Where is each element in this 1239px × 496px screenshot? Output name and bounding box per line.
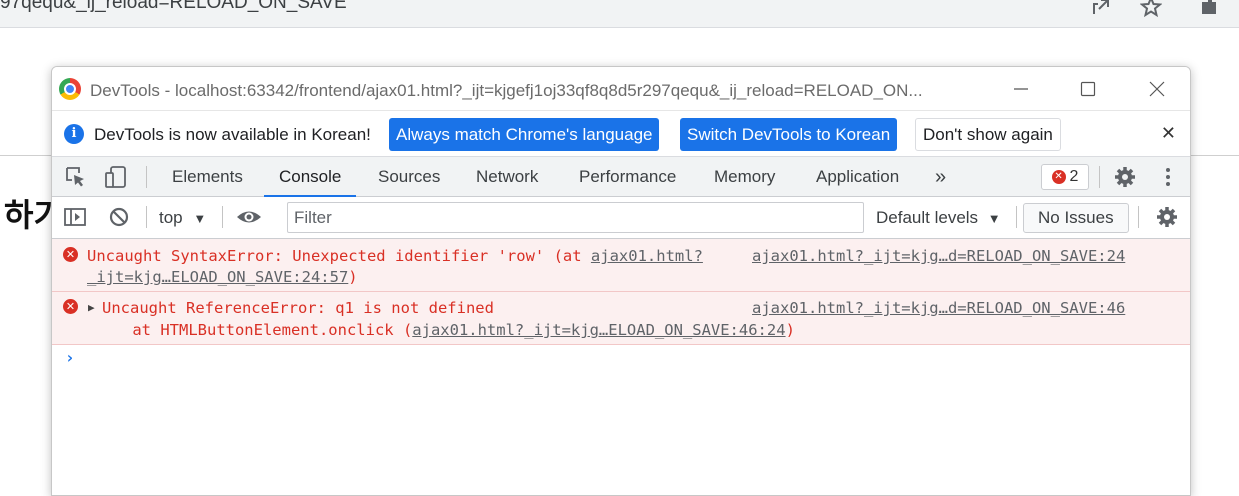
bookmark-star-icon[interactable]: [1139, 0, 1163, 18]
device-toolbar-icon[interactable]: [104, 165, 128, 189]
error-source-link[interactable]: ajax01.html?_ijt=kjg…d=RELOAD_ON_SAVE:46: [752, 299, 1125, 317]
window-title: DevTools - localhost:63342/frontend/ajax…: [90, 81, 923, 100]
browser-toolbar: 97qequ&_ij_reload=RELOAD_ON_SAVE: [0, 0, 1239, 28]
info-icon: i: [64, 124, 84, 144]
chevron-down-icon: ▼: [193, 211, 207, 226]
context-selector-value: top: [159, 208, 183, 227]
infobar-message: DevTools is now available in Korean!: [94, 125, 371, 144]
toolbar-divider: [1016, 206, 1017, 228]
log-levels-label: Default levels: [876, 208, 979, 227]
error-text: Uncaught SyntaxError: Unexpected identif…: [87, 247, 591, 265]
console-filter-input[interactable]: [287, 202, 864, 233]
console-prompt-icon: ›: [65, 348, 75, 367]
tab-application[interactable]: Application: [816, 157, 899, 197]
chrome-logo-icon: [59, 78, 81, 100]
share-icon[interactable]: [1090, 0, 1112, 16]
console-prompt-row[interactable]: ›: [52, 345, 1190, 375]
devtools-window: DevTools - localhost:63342/frontend/ajax…: [51, 66, 1191, 496]
tab-sources[interactable]: Sources: [378, 157, 440, 197]
dont-show-again-button[interactable]: Don't show again: [915, 118, 1061, 151]
stack-trace-text: ): [785, 321, 795, 339]
switch-to-korean-button[interactable]: Switch DevTools to Korean: [680, 118, 898, 151]
toolbar-divider: [222, 206, 223, 228]
tab-console[interactable]: Console: [264, 157, 357, 197]
extensions-icon[interactable]: [1198, 0, 1220, 16]
error-icon: ✕: [1051, 170, 1066, 184]
tab-performance[interactable]: Performance: [579, 157, 676, 197]
stack-trace-link[interactable]: ajax01.html?_ijt=kjg…ELOAD_ON_SAVE:46:24: [412, 321, 785, 339]
more-tabs-icon[interactable]: »: [935, 157, 946, 197]
tab-elements[interactable]: Elements: [172, 157, 243, 197]
console-error-message: ✕ Uncaught SyntaxError: Unexpected ident…: [52, 239, 1190, 292]
console-error-message: ✕ ▶ Uncaught ReferenceError: q1 is not d…: [52, 292, 1190, 345]
error-text: Uncaught ReferenceError: q1 is not defin…: [102, 299, 494, 317]
devtools-tabbar: Elements Console Sources Network Perform…: [52, 157, 1190, 197]
always-match-language-button[interactable]: Always match Chrome's language: [389, 118, 660, 151]
toolbar-divider: [146, 166, 147, 188]
tab-memory[interactable]: Memory: [714, 157, 775, 197]
error-circle-icon: ✕: [63, 247, 78, 262]
expand-triangle-icon[interactable]: ▶: [88, 301, 95, 314]
toolbar-divider: [146, 206, 147, 228]
tab-network[interactable]: Network: [476, 157, 538, 197]
log-levels-dropdown[interactable]: Default levels ▼: [876, 208, 1001, 228]
clear-console-icon[interactable]: [107, 205, 131, 229]
address-bar-url[interactable]: 97qequ&_ij_reload=RELOAD_ON_SAVE: [0, 0, 347, 14]
error-count: 2: [1069, 168, 1079, 185]
maximize-button[interactable]: [1065, 75, 1111, 103]
stack-trace-text: at HTMLButtonElement.onclick (: [95, 321, 413, 339]
issues-button[interactable]: No Issues: [1023, 203, 1129, 233]
error-count-badge[interactable]: ✕ 2: [1041, 164, 1089, 190]
live-expression-eye-icon[interactable]: [236, 205, 261, 229]
chevron-down-icon: ▼: [987, 211, 1001, 226]
devtools-titlebar[interactable]: DevTools - localhost:63342/frontend/ajax…: [52, 67, 1190, 111]
toolbar-divider: [1138, 206, 1139, 228]
error-circle-icon: ✕: [63, 299, 78, 314]
error-source-link[interactable]: ajax01.html?_ijt=kjg…d=RELOAD_ON_SAVE:24: [752, 247, 1125, 265]
toolbar-divider: [1099, 166, 1100, 188]
console-output: ✕ Uncaught SyntaxError: Unexpected ident…: [52, 239, 1190, 375]
error-inline-link[interactable]: ajax01.html?: [591, 247, 703, 265]
minimize-button[interactable]: [998, 75, 1044, 103]
error-text: ): [348, 268, 358, 286]
language-infobar: i DevTools is now available in Korean! A…: [52, 111, 1190, 157]
console-filterbar: top ▼ Default levels ▼ No Issues: [52, 197, 1190, 239]
kebab-menu-icon[interactable]: [1156, 165, 1180, 189]
console-settings-gear-icon[interactable]: [1155, 205, 1179, 229]
error-inline-link[interactable]: _ijt=kjg…ELOAD_ON_SAVE:24:57: [87, 268, 348, 286]
infobar-close-icon[interactable]: ✕: [1161, 123, 1176, 144]
context-selector[interactable]: top ▼: [159, 208, 206, 228]
close-window-button[interactable]: [1134, 75, 1180, 103]
show-sidebar-icon[interactable]: [63, 205, 87, 229]
settings-gear-icon[interactable]: [1113, 165, 1137, 189]
inspect-element-icon[interactable]: [64, 165, 88, 189]
